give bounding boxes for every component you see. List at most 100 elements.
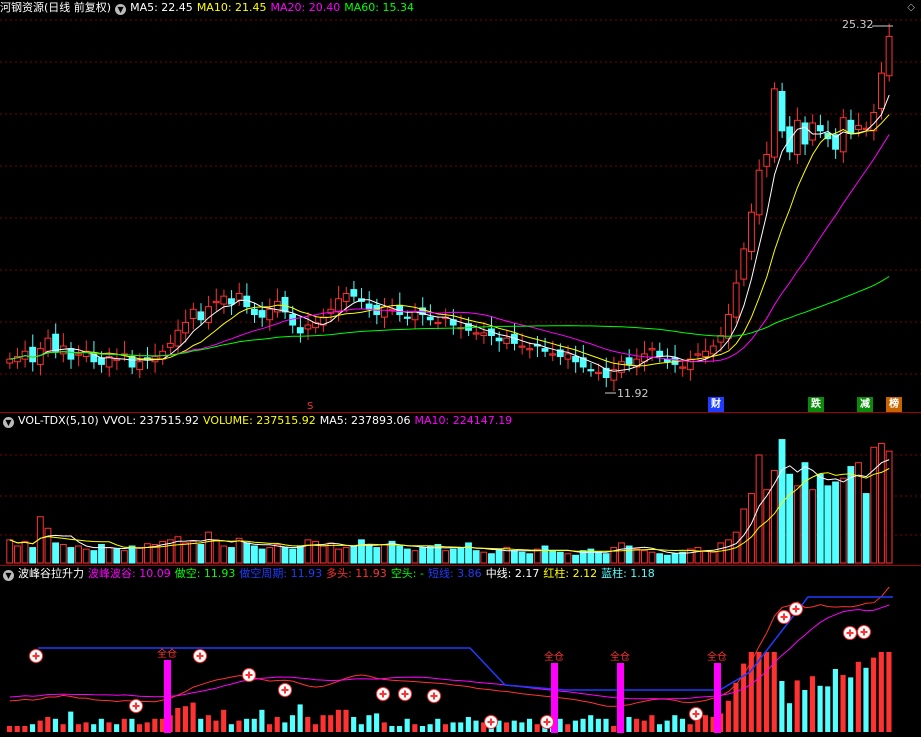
indicator-bar-red	[14, 726, 20, 732]
dropdown-icon[interactable]: ▼	[3, 570, 14, 581]
diamond-icon[interactable]: ◇	[907, 2, 915, 13]
candle-up	[388, 308, 396, 311]
stock-title[interactable]: 河钢资源(日线 前复权)	[0, 1, 111, 14]
indicator-bar-blue	[679, 718, 686, 732]
volume-bar-down	[29, 547, 37, 564]
candle-up	[189, 308, 197, 319]
candle-up	[235, 293, 243, 301]
event-marker-finance[interactable]: 财	[708, 397, 724, 412]
red-bar-readout: 红柱: 2.12	[543, 567, 598, 580]
candle-down	[541, 348, 549, 352]
indicator-bar-red	[328, 715, 334, 732]
candle-up	[740, 248, 748, 280]
candle-up	[702, 350, 709, 358]
indicator-bar-red	[504, 722, 510, 732]
indicator-bar-red	[381, 722, 387, 732]
volume-bar-down	[518, 551, 526, 564]
indicator-bar-blue	[244, 718, 250, 732]
indicator-bar-blue	[626, 717, 632, 732]
dropdown-icon[interactable]: ▼	[115, 4, 127, 15]
bear-readout: 空头: -	[390, 567, 424, 580]
volume-bar-down	[549, 550, 557, 564]
indicator-bar-blue	[473, 720, 479, 732]
candle-down	[250, 308, 258, 316]
indicator-bar-blue	[832, 669, 838, 732]
candle-up	[335, 298, 342, 313]
volume-bar-down	[457, 547, 465, 564]
dropdown-icon[interactable]: ▼	[3, 417, 14, 428]
volume-bar-up	[839, 477, 847, 564]
vvol-readout: VVOL: 237515.92	[102, 414, 200, 427]
indicator-name[interactable]: 波峰谷拉升力	[18, 567, 84, 580]
volume-bar-up	[725, 539, 732, 564]
candle-down	[572, 356, 579, 363]
candle-up	[182, 321, 190, 334]
indicator-bar-red	[266, 724, 273, 732]
volume-bar-up	[304, 539, 312, 564]
volume-bar-down	[250, 545, 258, 564]
indicator-bar-red	[649, 715, 655, 732]
indicator-bar-blue	[603, 718, 609, 732]
volume-bar-up	[205, 531, 212, 564]
volume-bar-up	[885, 450, 893, 564]
event-marker-drop[interactable]: 跌	[808, 397, 824, 412]
indicator-bar-red	[144, 722, 150, 732]
volume-bar-down	[396, 545, 404, 564]
volume-bar-up	[235, 537, 243, 564]
event-marker-reduce[interactable]: 减	[857, 397, 873, 412]
volume-bar-up	[136, 547, 144, 564]
indicator-bar-red	[221, 709, 227, 732]
candle-down	[426, 316, 434, 321]
volume-bar-down	[90, 550, 98, 564]
candle-up	[793, 119, 801, 155]
candle-down	[258, 310, 266, 318]
indicator-bar-red	[335, 709, 341, 732]
volume-bar-down	[541, 545, 549, 564]
candle-down	[816, 125, 824, 132]
candle-up	[472, 332, 480, 335]
volume-bar-down	[449, 548, 457, 564]
volume-bar-up	[82, 548, 90, 564]
volume-bar-up	[6, 539, 14, 564]
volume-bar-up	[75, 545, 82, 564]
ma10-readout: MA10: 21.45	[196, 1, 267, 14]
volume-bar-up	[335, 548, 342, 564]
indicator-bar-red	[702, 715, 708, 732]
indicator-bar-blue	[114, 724, 120, 732]
volume-bar-up	[702, 550, 709, 564]
low-price-label: 11.92	[617, 387, 649, 400]
event-marker-list[interactable]: 榜	[886, 397, 902, 412]
vol-indicator-name[interactable]: VOL-TDX(5,10)	[18, 414, 99, 427]
volume-bar-down	[778, 439, 786, 564]
signal-column	[617, 663, 624, 733]
candle-up	[679, 366, 687, 369]
candle-up	[212, 300, 220, 304]
volume-bar-up	[411, 550, 419, 564]
indicator-bar-blue	[450, 722, 456, 732]
volume-bar-down	[816, 473, 824, 564]
volume-bar-down	[228, 547, 235, 564]
volume-bar-up	[13, 545, 21, 564]
stock-chart[interactable]: S 全仓 全仓 全仓 全仓	[0, 0, 921, 737]
candle-up	[434, 321, 442, 325]
volume-bar-up	[319, 545, 327, 564]
volume-bar-down	[358, 539, 365, 564]
indicator-bar-red	[871, 657, 877, 732]
indicator-bar-red	[75, 724, 81, 732]
indicator-bar-blue	[282, 722, 288, 732]
volume-bar-up	[694, 547, 702, 564]
volume-bar-down	[403, 548, 411, 564]
candle-down	[625, 357, 633, 365]
candle-up	[6, 358, 14, 364]
volume-bar-up	[648, 551, 656, 564]
indicator-bar-blue	[802, 690, 808, 732]
candle-down	[801, 122, 809, 145]
vol-ma10-readout: MA10: 224147.19	[414, 414, 513, 427]
indicator-bar-blue	[29, 724, 36, 732]
volume-bar-up	[182, 542, 190, 564]
peak-valley-readout: 波峰波谷: 10.09	[88, 567, 171, 580]
indicator-bar-red	[312, 724, 319, 732]
candle-down	[778, 90, 786, 132]
candle-down	[365, 303, 373, 310]
volume-bar-up	[618, 542, 625, 564]
